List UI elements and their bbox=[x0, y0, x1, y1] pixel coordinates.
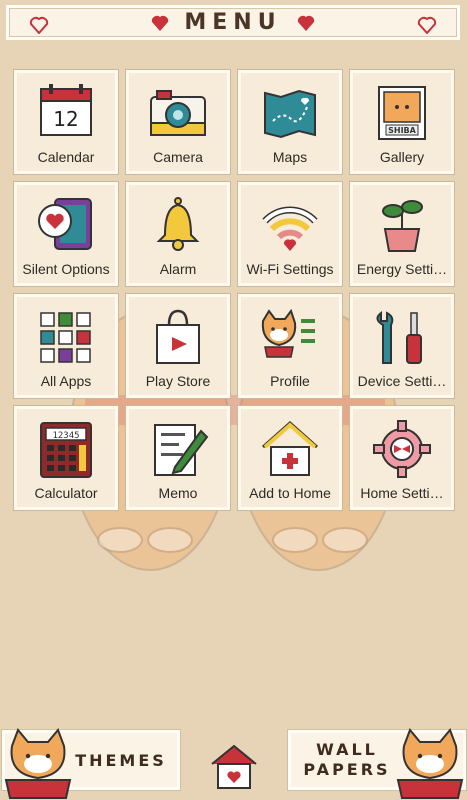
calculator-icon: 12345 bbox=[40, 422, 92, 478]
tablet-heart-icon bbox=[38, 198, 92, 250]
wallpapers-label-line1: WALL bbox=[316, 740, 378, 759]
tile-wifi-settings[interactable]: Wi-Fi Settings bbox=[238, 182, 342, 286]
calendar-day: 12 bbox=[53, 107, 78, 131]
memo-pencil-icon bbox=[154, 424, 209, 476]
bell-icon bbox=[156, 197, 200, 251]
shiba-profile-icon bbox=[261, 308, 315, 358]
tile-play-store[interactable]: Play Store bbox=[126, 294, 230, 398]
heart-icon bbox=[29, 16, 49, 34]
tile-label: Device Setti… bbox=[357, 373, 447, 389]
tile-add-to-home[interactable]: Add to Home bbox=[238, 406, 342, 510]
wallpapers-label-line2: PAPERS bbox=[303, 760, 391, 779]
shopping-bag-icon bbox=[156, 309, 200, 364]
tile-label: Silent Options bbox=[22, 261, 110, 277]
plant-icon bbox=[382, 200, 423, 252]
tile-home-settings[interactable]: Home Setti… bbox=[350, 406, 454, 510]
tile-label: Wi-Fi Settings bbox=[246, 261, 334, 277]
tile-label: Calendar bbox=[37, 149, 95, 165]
shiba-dog-icon bbox=[396, 728, 464, 799]
themes-label: THEMES bbox=[75, 750, 167, 770]
heart-icon bbox=[152, 15, 169, 31]
wifi-icon bbox=[262, 206, 318, 251]
menu-header: MENU bbox=[6, 5, 460, 40]
tile-silent-options[interactable]: Silent Options bbox=[14, 182, 118, 286]
tile-label: Profile bbox=[270, 373, 310, 389]
tile-label: Play Store bbox=[145, 373, 211, 389]
menu-grid: 12 Calendar Camera Maps SHIBA Gallery Si… bbox=[14, 70, 454, 510]
tile-profile[interactable]: Profile bbox=[238, 294, 342, 398]
home-button-icon[interactable] bbox=[208, 742, 260, 792]
heart-icon bbox=[297, 15, 314, 31]
tile-label: Add to Home bbox=[249, 485, 331, 501]
tile-label: All Apps bbox=[40, 373, 92, 389]
camera-icon bbox=[150, 90, 206, 136]
tile-label: Camera bbox=[153, 149, 203, 165]
tile-all-apps[interactable]: All Apps bbox=[14, 294, 118, 398]
tile-label: Calculator bbox=[34, 485, 98, 501]
map-icon bbox=[264, 89, 316, 139]
tile-camera[interactable]: Camera bbox=[126, 70, 230, 174]
tile-label: Memo bbox=[158, 485, 198, 501]
tile-maps[interactable]: Maps bbox=[238, 70, 342, 174]
tile-memo[interactable]: Memo bbox=[126, 406, 230, 510]
gallery-caption: SHIBA bbox=[388, 126, 417, 135]
tile-calendar[interactable]: 12 Calendar bbox=[14, 70, 118, 174]
tile-label: Alarm bbox=[159, 261, 197, 277]
calculator-display: 12345 bbox=[52, 431, 79, 441]
tile-gallery[interactable]: SHIBA Gallery bbox=[350, 70, 454, 174]
tile-alarm[interactable]: Alarm bbox=[126, 182, 230, 286]
tile-label: Gallery bbox=[379, 149, 425, 165]
tile-device-settings[interactable]: Device Setti… bbox=[350, 294, 454, 398]
calendar-icon: 12 bbox=[40, 84, 92, 136]
tile-energy-settings[interactable]: Energy Setti… bbox=[350, 182, 454, 286]
tile-calculator[interactable]: 12345 Calculator bbox=[14, 406, 118, 510]
shiba-dog-icon bbox=[4, 728, 72, 799]
tile-label: Maps bbox=[272, 149, 308, 165]
gallery-icon: SHIBA bbox=[378, 86, 426, 140]
apps-grid-icon bbox=[40, 312, 91, 363]
tile-label: Energy Setti… bbox=[356, 261, 448, 277]
tools-icon bbox=[376, 310, 422, 364]
heart-icon bbox=[417, 16, 437, 34]
gear-bow-icon bbox=[373, 420, 431, 478]
page-title: MENU bbox=[184, 10, 282, 35]
tile-label: Home Setti… bbox=[360, 485, 444, 501]
house-plus-icon bbox=[262, 420, 318, 476]
